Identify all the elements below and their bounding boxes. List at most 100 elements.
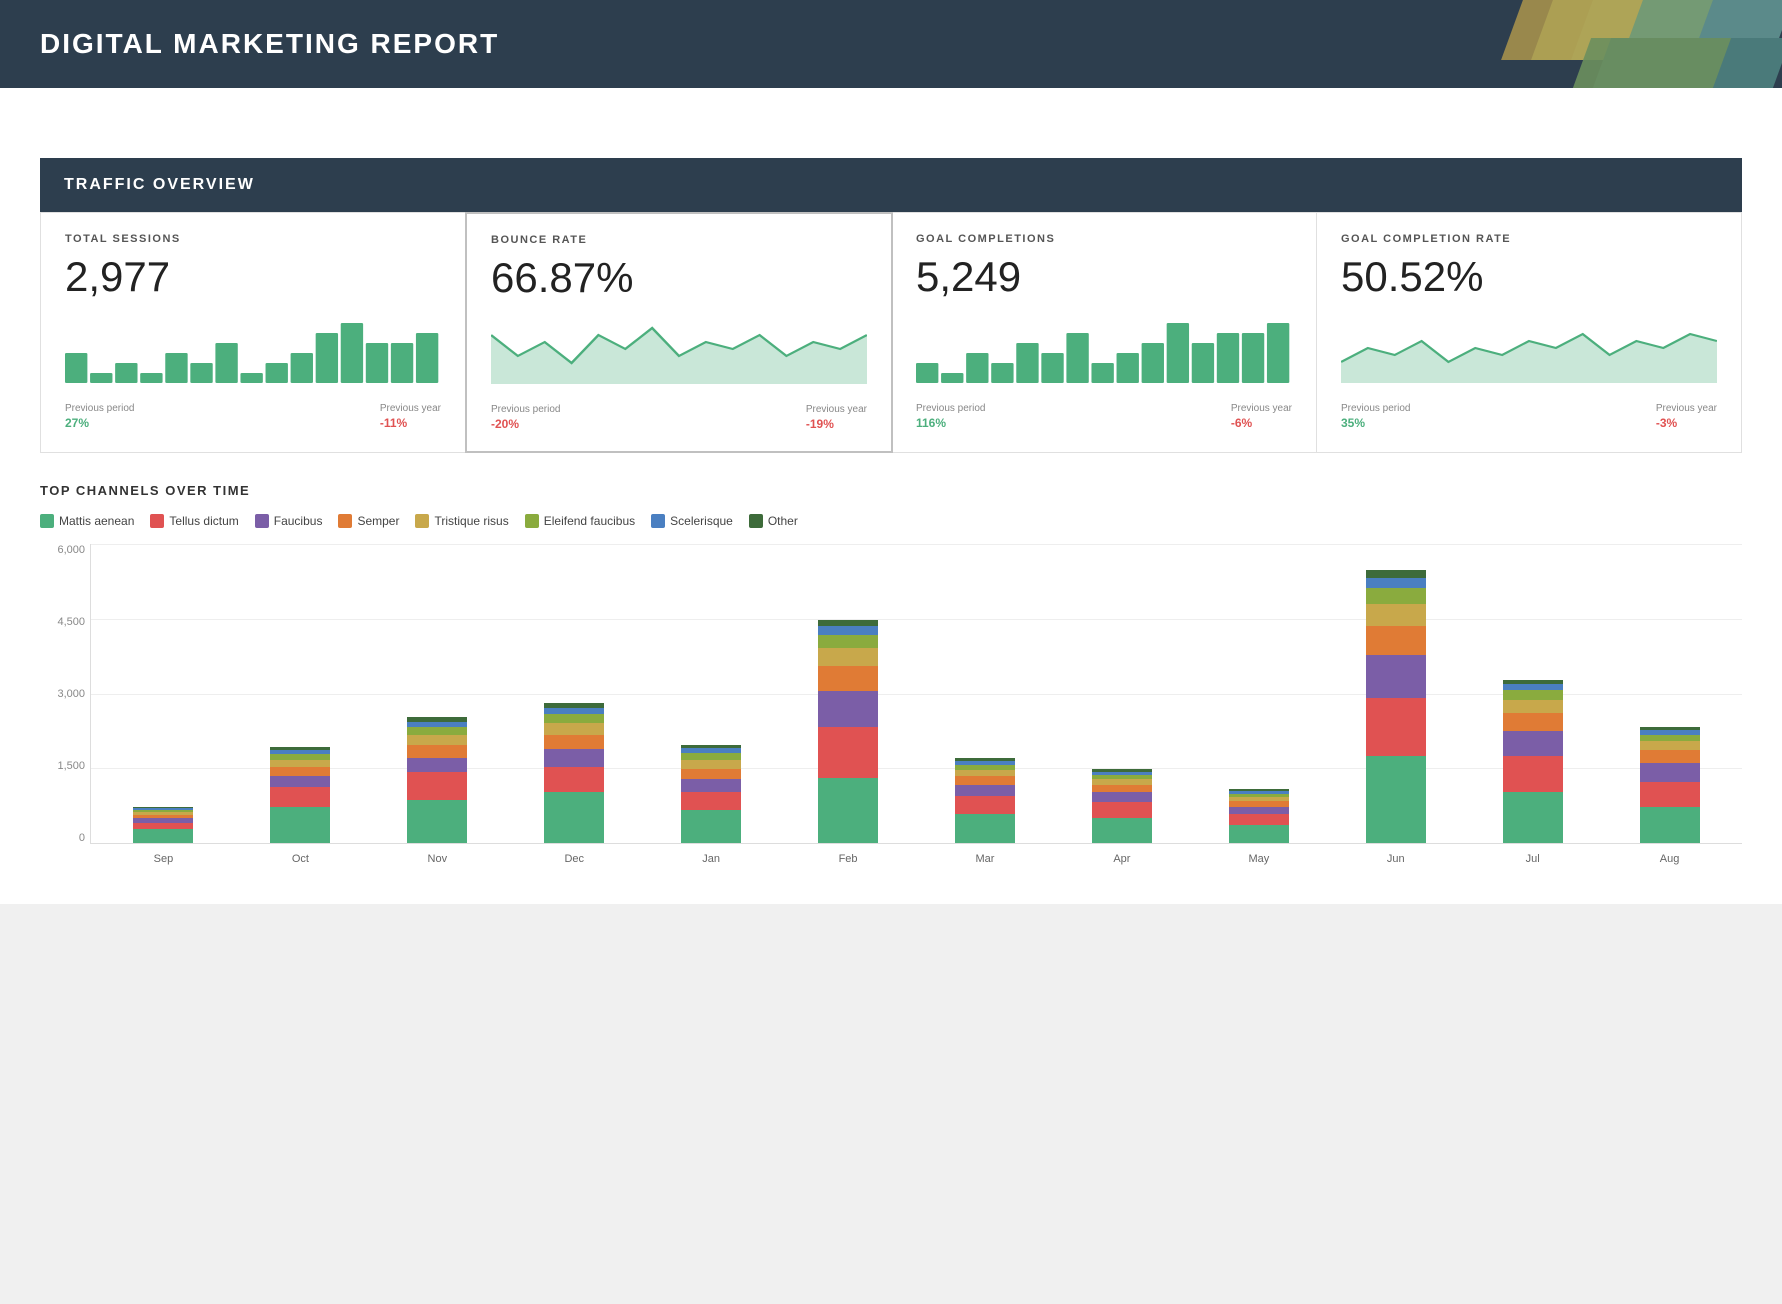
bar-segment-Jun-5 bbox=[1366, 588, 1426, 604]
legend-label-6: Scelerisque bbox=[670, 514, 733, 528]
legend-item-5: Eleifend faucibus bbox=[525, 514, 635, 528]
bar-group-Feb: Feb bbox=[786, 620, 911, 843]
bar-segment-Oct-0 bbox=[270, 807, 330, 843]
bar-segment-Dec-4 bbox=[544, 723, 604, 735]
channels-legend: Mattis aenean Tellus dictum Faucibus Sem… bbox=[40, 514, 1742, 528]
bar-group-Oct: Oct bbox=[238, 747, 363, 843]
bar-segment-Nov-5 bbox=[407, 727, 467, 734]
prev-period-goal-completion-rate: Previous period 35% bbox=[1341, 403, 1410, 430]
legend-label-1: Tellus dictum bbox=[169, 514, 238, 528]
bar-segment-Feb-6 bbox=[818, 626, 878, 635]
bar-segment-May-2 bbox=[1229, 807, 1289, 814]
metric-footer-bounce-rate: Previous period -20% Previous year -19% bbox=[491, 404, 867, 431]
bar-segment-Dec-5 bbox=[544, 714, 604, 723]
metric-card-goal-completion-rate: GOAL COMPLETION RATE 50.52% Previous per… bbox=[1317, 213, 1741, 452]
bar-segment-Feb-0 bbox=[818, 778, 878, 843]
traffic-overview-title: TRAFFIC OVERVIEW bbox=[64, 176, 1718, 194]
y-label-0: 6,000 bbox=[40, 544, 85, 556]
metric-card-goal-completions: GOAL COMPLETIONS 5,249 Previous period 1… bbox=[892, 213, 1317, 452]
bar-group-Jul: Jul bbox=[1470, 680, 1595, 843]
bar-segment-Feb-3 bbox=[818, 666, 878, 691]
bar-segment-Jan-0 bbox=[681, 810, 741, 843]
metric-label-bounce-rate: BOUNCE RATE bbox=[491, 234, 867, 246]
y-label-3: 1,500 bbox=[40, 760, 85, 772]
legend-item-3: Semper bbox=[338, 514, 399, 528]
bar-segment-Nov-4 bbox=[407, 735, 467, 745]
bar-segment-Dec-1 bbox=[544, 767, 604, 792]
prev-year-goal-completions: Previous year -6% bbox=[1231, 403, 1292, 430]
x-label-Nov: Nov bbox=[428, 853, 448, 865]
bar-segment-Aug-4 bbox=[1640, 741, 1700, 750]
bar-segment-Mar-0 bbox=[955, 814, 1015, 843]
legend-dot-5 bbox=[525, 514, 539, 528]
traffic-overview-header: TRAFFIC OVERVIEW bbox=[40, 158, 1742, 212]
bar-segment-Feb-2 bbox=[818, 691, 878, 727]
metrics-row: TOTAL SESSIONS 2,977 Previous period 27%… bbox=[40, 212, 1742, 453]
legend-item-7: Other bbox=[749, 514, 798, 528]
metric-footer-total-sessions: Previous period 27% Previous year -11% bbox=[65, 403, 441, 430]
metric-value-total-sessions: 2,977 bbox=[65, 253, 441, 301]
legend-label-5: Eleifend faucibus bbox=[544, 514, 635, 528]
bar-group-Nov: Nov bbox=[375, 717, 500, 843]
bar-segment-Oct-2 bbox=[270, 776, 330, 787]
bar-segment-Aug-2 bbox=[1640, 763, 1700, 781]
bar-segment-May-0 bbox=[1229, 825, 1289, 843]
bar-segment-Jun-6 bbox=[1366, 578, 1426, 589]
page-title: DIGITAL MARKETING REPORT bbox=[40, 28, 1742, 60]
bar-segment-Nov-1 bbox=[407, 772, 467, 799]
y-label-4: 0 bbox=[40, 832, 85, 844]
y-label-1: 4,500 bbox=[40, 616, 85, 628]
grid-line bbox=[91, 544, 1742, 545]
prev-year-bounce-rate: Previous year -19% bbox=[806, 404, 867, 431]
bar-segment-Mar-3 bbox=[955, 776, 1015, 785]
legend-dot-0 bbox=[40, 514, 54, 528]
bar-segment-Nov-3 bbox=[407, 745, 467, 758]
x-label-Jan: Jan bbox=[702, 853, 720, 865]
bar-segment-Jun-2 bbox=[1366, 655, 1426, 698]
prev-period-bounce-rate: Previous period -20% bbox=[491, 404, 560, 431]
mini-chart-goal-completion-rate bbox=[1341, 313, 1717, 393]
x-label-Apr: Apr bbox=[1113, 853, 1130, 865]
grid-line bbox=[91, 619, 1742, 620]
legend-dot-3 bbox=[338, 514, 352, 528]
bar-segment-Apr-1 bbox=[1092, 802, 1152, 818]
bar-segment-Jul-2 bbox=[1503, 731, 1563, 756]
page-header: DIGITAL MARKETING REPORT bbox=[0, 0, 1782, 88]
legend-dot-1 bbox=[150, 514, 164, 528]
bar-segment-Dec-3 bbox=[544, 735, 604, 749]
x-label-Jun: Jun bbox=[1387, 853, 1405, 865]
bar-group-Apr: Apr bbox=[1059, 769, 1184, 843]
legend-label-3: Semper bbox=[357, 514, 399, 528]
bar-segment-Oct-3 bbox=[270, 767, 330, 776]
channels-title: TOP CHANNELS OVER TIME bbox=[40, 483, 1742, 498]
bar-segment-Nov-0 bbox=[407, 800, 467, 843]
y-label-2: 3,000 bbox=[40, 688, 85, 700]
x-label-Dec: Dec bbox=[564, 853, 584, 865]
bar-group-Aug: Aug bbox=[1607, 727, 1732, 843]
mini-chart-total-sessions bbox=[65, 313, 441, 393]
x-label-Jul: Jul bbox=[1526, 853, 1540, 865]
bar-segment-Oct-1 bbox=[270, 787, 330, 807]
legend-dot-4 bbox=[415, 514, 429, 528]
bar-segment-Jan-1 bbox=[681, 792, 741, 810]
legend-item-6: Scelerisque bbox=[651, 514, 733, 528]
bar-segment-Aug-0 bbox=[1640, 807, 1700, 843]
bar-segment-Mar-2 bbox=[955, 785, 1015, 796]
prev-year-goal-completion-rate: Previous year -3% bbox=[1656, 403, 1717, 430]
bar-segment-Jan-3 bbox=[681, 769, 741, 780]
legend-label-4: Tristique risus bbox=[434, 514, 508, 528]
bar-segment-Feb-5 bbox=[818, 635, 878, 648]
y-axis-labels: 6,000 4,500 3,000 1,500 0 bbox=[40, 544, 85, 844]
bar-segment-Jul-4 bbox=[1503, 700, 1563, 713]
metric-label-goal-completions: GOAL COMPLETIONS bbox=[916, 233, 1292, 245]
metric-card-total-sessions: TOTAL SESSIONS 2,977 Previous period 27%… bbox=[41, 213, 466, 452]
bar-segment-Feb-1 bbox=[818, 727, 878, 778]
legend-item-2: Faucibus bbox=[255, 514, 323, 528]
bar-chart-container: 6,0004,5003,0001,5000 SepOctNovDecJanFeb… bbox=[40, 544, 1742, 874]
bar-segment-Sep-0 bbox=[133, 829, 193, 843]
x-label-Mar: Mar bbox=[976, 853, 995, 865]
bar-segment-Apr-2 bbox=[1092, 792, 1152, 801]
bar-group-Jun: Jun bbox=[1333, 570, 1458, 843]
bar-segment-Apr-3 bbox=[1092, 785, 1152, 792]
metric-card-bounce-rate: BOUNCE RATE 66.87% Previous period -20% … bbox=[465, 212, 893, 453]
